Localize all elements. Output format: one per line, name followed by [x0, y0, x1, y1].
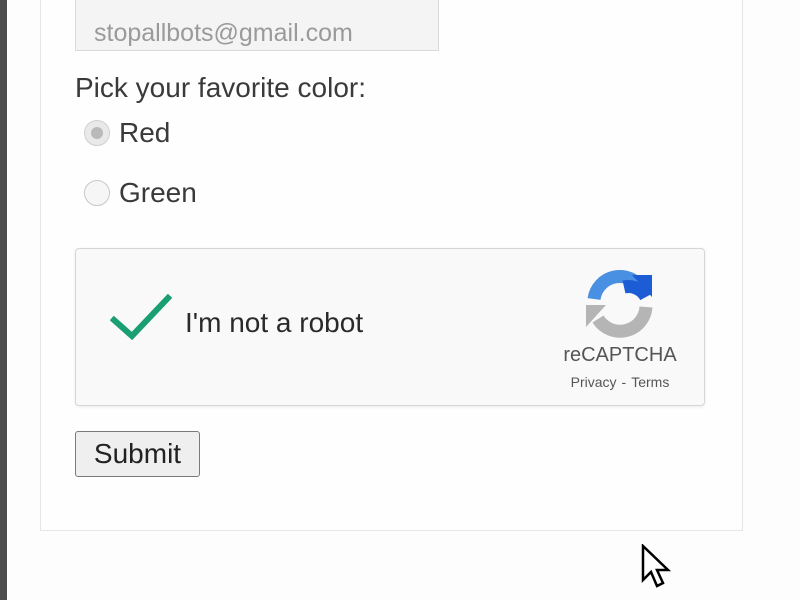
checkmark-icon[interactable]: [110, 294, 172, 344]
recaptcha-logo-icon: [586, 270, 653, 338]
not-a-robot-label: I'm not a robot: [185, 307, 364, 338]
terms-link[interactable]: Terms: [631, 374, 669, 390]
window-left-edge: [0, 0, 7, 600]
submit-button[interactable]: Submit: [75, 431, 200, 477]
radio-button-green[interactable]: [84, 180, 110, 206]
radio-button-red[interactable]: [84, 120, 110, 146]
privacy-link[interactable]: Privacy: [571, 374, 617, 390]
recaptcha-links: Privacy - Terms: [546, 374, 694, 390]
radio-option-red[interactable]: Red: [84, 117, 170, 149]
link-separator: -: [621, 374, 627, 390]
mouse-pointer-icon: [641, 544, 671, 588]
radio-option-green[interactable]: Green: [84, 177, 197, 209]
radio-label-green: Green: [119, 177, 197, 208]
email-field[interactable]: [75, 0, 439, 51]
recaptcha-widget: I'm not a robot reCAPTCHA Privacy - Terms: [75, 248, 705, 406]
recaptcha-brand-label: reCAPTCHA: [563, 344, 677, 366]
screen: Pick your favorite color: Red Green I'm …: [0, 0, 800, 600]
radio-label-red: Red: [119, 117, 171, 148]
color-question-label: Pick your favorite color:: [75, 72, 366, 103]
